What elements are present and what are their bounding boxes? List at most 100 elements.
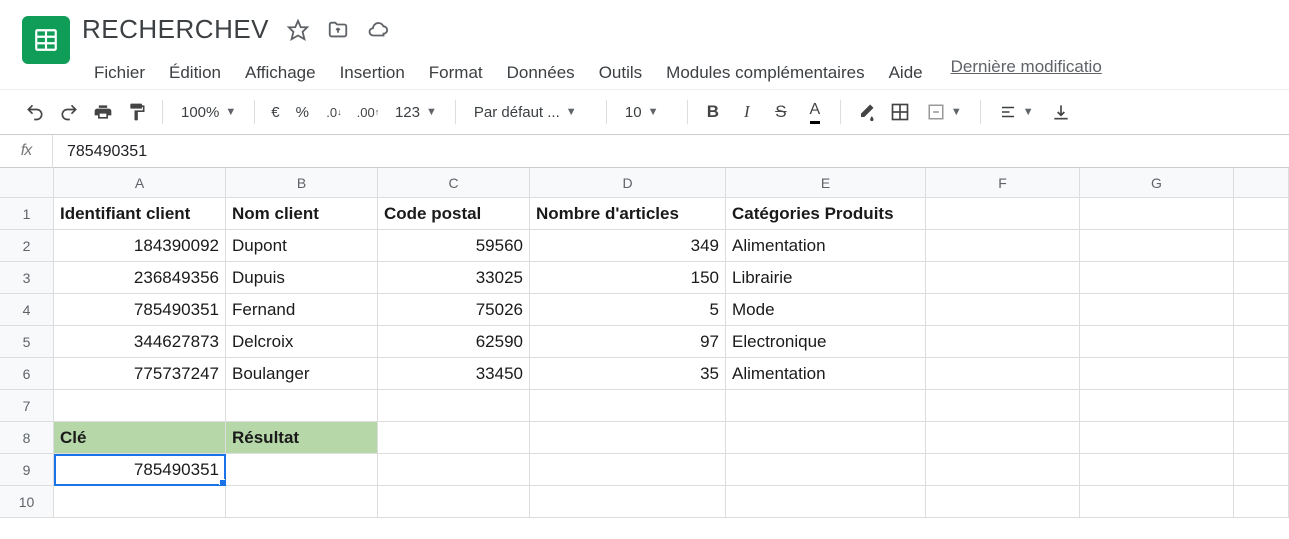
cell[interactable]: Code postal <box>378 198 530 230</box>
row-header[interactable]: 8 <box>0 422 54 454</box>
cell[interactable] <box>378 390 530 422</box>
cell[interactable] <box>926 454 1080 486</box>
cell[interactable] <box>226 454 378 486</box>
row-header[interactable]: 10 <box>0 486 54 518</box>
cell[interactable]: Alimentation <box>726 230 926 262</box>
cell[interactable] <box>926 230 1080 262</box>
cell[interactable] <box>1080 486 1234 518</box>
cell[interactable] <box>1234 262 1289 294</box>
italic-icon[interactable]: I <box>732 97 762 127</box>
doc-title[interactable]: RECHERCHEV <box>82 14 269 45</box>
cell[interactable]: Dupont <box>226 230 378 262</box>
cell[interactable] <box>1234 294 1289 326</box>
menu-data[interactable]: Données <box>495 57 587 89</box>
cell[interactable]: Identifiant client <box>54 198 226 230</box>
menu-view[interactable]: Affichage <box>233 57 328 89</box>
cell[interactable] <box>378 422 530 454</box>
cell[interactable] <box>530 486 726 518</box>
cell[interactable] <box>378 486 530 518</box>
row-header[interactable]: 3 <box>0 262 54 294</box>
merge-cells-select[interactable]: ▼ <box>919 103 970 121</box>
cell[interactable] <box>926 294 1080 326</box>
cell[interactable]: 62590 <box>378 326 530 358</box>
menu-insert[interactable]: Insertion <box>328 57 417 89</box>
cell[interactable] <box>926 262 1080 294</box>
col-header-b[interactable]: B <box>226 168 378 198</box>
cell[interactable]: Nom client <box>226 198 378 230</box>
spreadsheet-grid[interactable]: A B C D E F G 1 Identifiant client Nom c… <box>0 168 1289 518</box>
cell[interactable] <box>1234 326 1289 358</box>
cell[interactable] <box>926 198 1080 230</box>
col-header-f[interactable]: F <box>926 168 1080 198</box>
cell[interactable] <box>1080 262 1234 294</box>
decrease-decimal-icon[interactable]: .0↓ <box>319 97 349 127</box>
font-select[interactable]: Par défaut ...▼ <box>466 104 596 121</box>
row-header[interactable]: 6 <box>0 358 54 390</box>
cell[interactable] <box>1234 358 1289 390</box>
cell[interactable]: 97 <box>530 326 726 358</box>
cell[interactable] <box>1080 198 1234 230</box>
zoom-select[interactable]: 100%▼ <box>173 104 244 121</box>
paint-format-icon[interactable] <box>122 97 152 127</box>
cell[interactable] <box>54 486 226 518</box>
cell[interactable] <box>726 486 926 518</box>
col-header-h[interactable] <box>1234 168 1289 198</box>
menu-edit[interactable]: Édition <box>157 57 233 89</box>
strikethrough-icon[interactable]: S <box>766 97 796 127</box>
undo-icon[interactable] <box>20 97 50 127</box>
h-align-select[interactable]: ▼ <box>991 103 1042 121</box>
row-header[interactable]: 7 <box>0 390 54 422</box>
col-header-g[interactable]: G <box>1080 168 1234 198</box>
cell[interactable]: 59560 <box>378 230 530 262</box>
cell[interactable]: Fernand <box>226 294 378 326</box>
cell[interactable]: Delcroix <box>226 326 378 358</box>
row-header[interactable]: 5 <box>0 326 54 358</box>
cell[interactable]: Nombre d'articles <box>530 198 726 230</box>
cell[interactable] <box>530 454 726 486</box>
cell[interactable] <box>1080 422 1234 454</box>
cell[interactable] <box>1234 422 1289 454</box>
cell[interactable] <box>1234 230 1289 262</box>
cell[interactable]: 5 <box>530 294 726 326</box>
currency-button[interactable]: € <box>265 104 285 121</box>
col-header-e[interactable]: E <box>726 168 926 198</box>
print-icon[interactable] <box>88 97 118 127</box>
cell[interactable] <box>1080 230 1234 262</box>
cell[interactable]: 35 <box>530 358 726 390</box>
menu-addons[interactable]: Modules complémentaires <box>654 57 876 89</box>
cell[interactable] <box>226 390 378 422</box>
cell[interactable] <box>54 390 226 422</box>
cell[interactable]: Boulanger <box>226 358 378 390</box>
bold-icon[interactable]: B <box>698 97 728 127</box>
cell[interactable]: Alimentation <box>726 358 926 390</box>
cell[interactable] <box>1080 326 1234 358</box>
cloud-status-icon[interactable] <box>367 19 389 41</box>
cell[interactable] <box>1080 454 1234 486</box>
active-cell[interactable]: 785490351 <box>54 454 226 486</box>
formula-input[interactable]: 785490351 <box>52 135 1289 168</box>
font-size-select[interactable]: 10▼ <box>617 104 677 121</box>
cell[interactable]: 236849356 <box>54 262 226 294</box>
cell[interactable]: Clé <box>54 422 226 454</box>
cell[interactable] <box>1080 390 1234 422</box>
row-header[interactable]: 1 <box>0 198 54 230</box>
cell[interactable]: Dupuis <box>226 262 378 294</box>
col-header-c[interactable]: C <box>378 168 530 198</box>
cell[interactable]: 785490351 <box>54 294 226 326</box>
menu-file[interactable]: Fichier <box>82 57 157 89</box>
cell[interactable] <box>1080 358 1234 390</box>
cell[interactable] <box>1234 486 1289 518</box>
cell[interactable]: Librairie <box>726 262 926 294</box>
menu-help[interactable]: Aide <box>877 57 935 89</box>
cell[interactable]: 33025 <box>378 262 530 294</box>
menu-format[interactable]: Format <box>417 57 495 89</box>
cell[interactable] <box>926 358 1080 390</box>
move-folder-icon[interactable] <box>327 19 349 41</box>
cell[interactable] <box>926 486 1080 518</box>
cell[interactable]: Résultat <box>226 422 378 454</box>
cell[interactable] <box>378 454 530 486</box>
cell[interactable] <box>726 422 926 454</box>
cell[interactable]: 33450 <box>378 358 530 390</box>
text-color-icon[interactable]: A <box>800 97 830 127</box>
cell[interactable] <box>1234 454 1289 486</box>
